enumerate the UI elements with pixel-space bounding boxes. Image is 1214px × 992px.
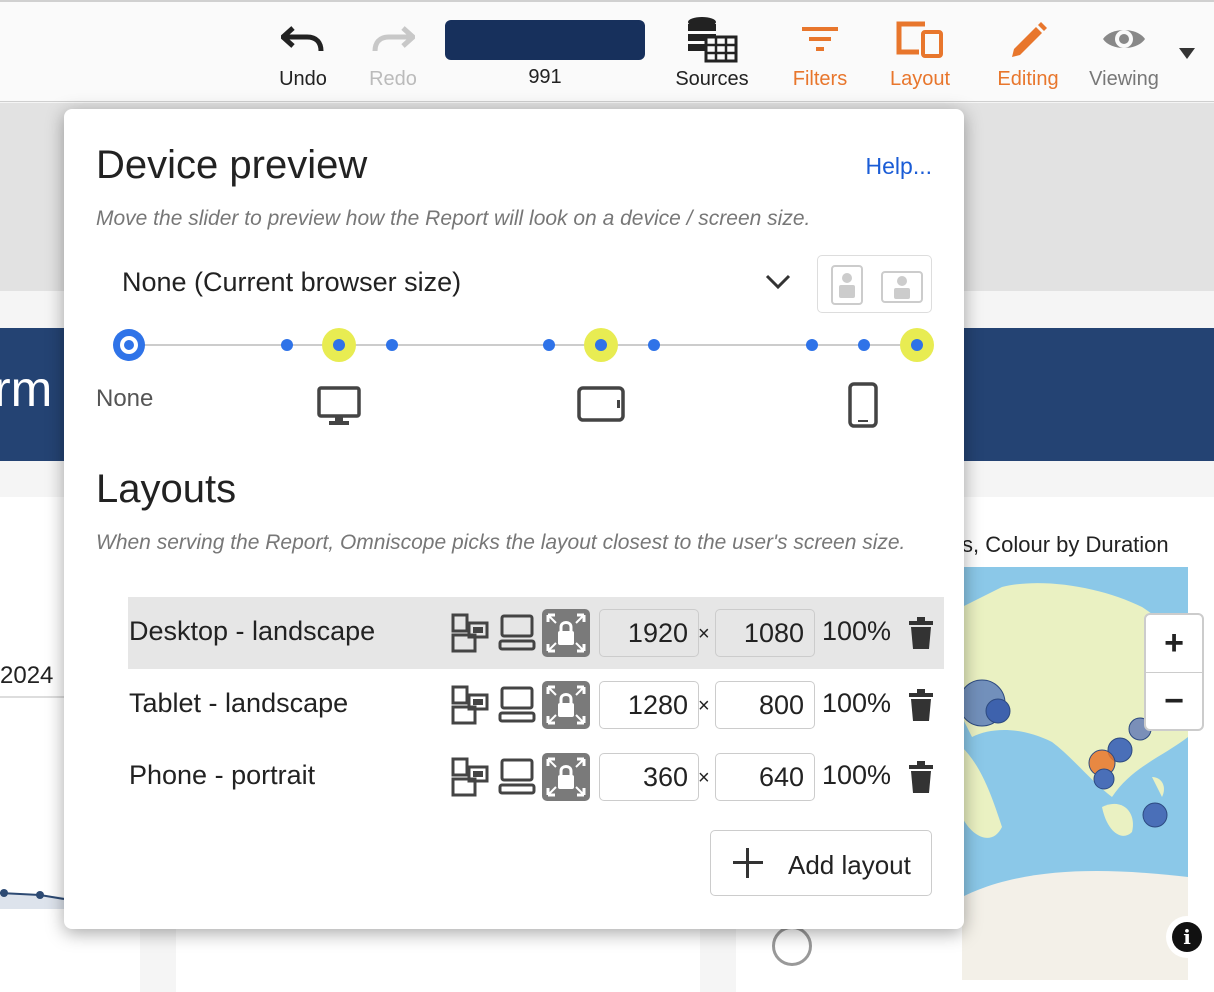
filter-lines-icon <box>784 16 856 62</box>
layouts-title: Layouts <box>96 467 237 511</box>
viewing-label: Viewing <box>1089 68 1159 90</box>
laptop-icon[interactable] <box>497 611 537 660</box>
trash-icon[interactable] <box>909 617 933 654</box>
undo-label: Undo <box>279 68 327 90</box>
map-caption: s, Colour by Duration <box>962 532 1169 557</box>
times-symbol: × <box>698 623 710 645</box>
layout-scale[interactable]: 100% <box>822 688 891 719</box>
arrange-layout-icon[interactable] <box>451 755 491 804</box>
map-compass-icon[interactable] <box>772 926 812 966</box>
plus-icon <box>733 848 763 883</box>
zoom-in-button[interactable]: + <box>1146 615 1202 672</box>
layouts-description: When serving the Report, Omniscope picks… <box>96 531 906 554</box>
toolbar-more-caret-icon[interactable] <box>1179 48 1195 59</box>
slider-tick[interactable] <box>386 339 398 351</box>
slider-none-label: None <box>96 385 154 412</box>
layout-height-input[interactable]: 1080 <box>715 609 815 657</box>
layout-name: Tablet - landscape <box>129 688 349 718</box>
redo-icon <box>362 16 424 62</box>
device-preview-description: Move the slider to preview how the Repor… <box>96 207 811 230</box>
filters-button[interactable]: Filters <box>784 16 856 91</box>
layout-width-input[interactable]: 1920 <box>599 609 699 657</box>
eye-icon <box>1083 16 1165 62</box>
times-symbol: × <box>698 767 710 789</box>
arrange-layout-icon[interactable] <box>451 611 491 660</box>
report-title-fragment: rm <box>0 361 53 417</box>
device-preview-popover: Device preview Help... Move the slider t… <box>64 109 964 929</box>
device-size-slider[interactable] <box>104 324 944 364</box>
times-symbol: × <box>698 695 710 717</box>
layout-scale[interactable]: 100% <box>822 760 891 791</box>
device-select-value[interactable]: None (Current browser size) <box>122 267 461 298</box>
sources-label: Sources <box>675 68 749 90</box>
slider-tick[interactable] <box>281 339 293 351</box>
layout-row-desktop[interactable]: Desktop - landscape 1920 × 1080 100% <box>128 597 944 669</box>
layout-width-input[interactable]: 1280 <box>599 681 699 729</box>
slider-tick[interactable] <box>911 339 923 351</box>
layout-label: Layout <box>889 68 951 90</box>
device-preview-title: Device preview <box>96 143 368 187</box>
add-layout-button[interactable]: Add layout <box>710 830 932 896</box>
info-icon: i <box>1172 922 1202 952</box>
layout-row-tablet[interactable]: Tablet - landscape 1280 × 800 100% <box>128 669 944 741</box>
report-subtitle: 991 <box>528 66 562 88</box>
layout-name: Phone - portrait <box>129 760 316 790</box>
slider-tick[interactable] <box>858 339 870 351</box>
lock-size-icon[interactable] <box>542 609 590 662</box>
help-link[interactable]: Help... <box>866 153 932 180</box>
tablet-icon <box>576 385 626 430</box>
laptop-icon[interactable] <box>497 683 537 732</box>
pencil-icon <box>990 16 1066 62</box>
zoom-out-button[interactable]: − <box>1146 672 1202 730</box>
undo-icon <box>272 16 334 62</box>
year-axis-label: 2024 <box>0 662 54 689</box>
database-table-icon <box>670 16 754 63</box>
redo-label: Redo <box>369 68 417 90</box>
portrait-orientation-icon[interactable] <box>831 265 863 305</box>
devices-icon <box>884 16 956 62</box>
arrange-layout-icon[interactable] <box>451 683 491 732</box>
lock-size-icon[interactable] <box>542 753 590 806</box>
map-zoom-control: + − <box>1144 613 1204 731</box>
editing-button[interactable]: Editing <box>990 16 1066 91</box>
lock-size-icon[interactable] <box>542 681 590 734</box>
layout-height-input[interactable]: 800 <box>715 681 815 729</box>
layout-row-phone[interactable]: Phone - portrait 360 × 640 100% <box>128 741 944 813</box>
add-layout-label: Add layout <box>788 850 911 880</box>
trash-icon[interactable] <box>909 689 933 726</box>
slider-tick[interactable] <box>595 339 607 351</box>
report-title-field[interactable] <box>445 20 645 60</box>
phone-icon <box>847 381 879 434</box>
sources-button[interactable]: Sources <box>670 16 754 91</box>
layout-width-input[interactable]: 360 <box>599 753 699 801</box>
editing-label: Editing <box>997 68 1059 90</box>
layout-name: Desktop - landscape <box>129 616 376 646</box>
viewing-button[interactable]: Viewing <box>1083 16 1165 91</box>
laptop-icon[interactable] <box>497 755 537 804</box>
slider-tick[interactable] <box>806 339 818 351</box>
landscape-orientation-icon[interactable] <box>881 271 923 303</box>
undo-button[interactable]: Undo <box>272 16 334 91</box>
layout-button[interactable]: Layout <box>884 16 956 91</box>
chevron-down-icon[interactable] <box>764 273 792 296</box>
desktop-monitor-icon <box>316 385 362 432</box>
slider-tick[interactable] <box>543 339 555 351</box>
trash-icon[interactable] <box>909 761 933 798</box>
slider-tick[interactable] <box>333 339 345 351</box>
slider-tick[interactable] <box>648 339 660 351</box>
info-button[interactable]: i <box>1166 916 1208 958</box>
top-toolbar: Undo Redo 991 Sources Filters Layout Edi… <box>0 0 1214 102</box>
redo-button[interactable]: Redo <box>362 16 424 91</box>
filters-label: Filters <box>792 68 848 90</box>
orientation-toggle <box>817 255 932 313</box>
layout-height-input[interactable]: 640 <box>715 753 815 801</box>
layout-scale[interactable]: 100% <box>822 616 891 647</box>
